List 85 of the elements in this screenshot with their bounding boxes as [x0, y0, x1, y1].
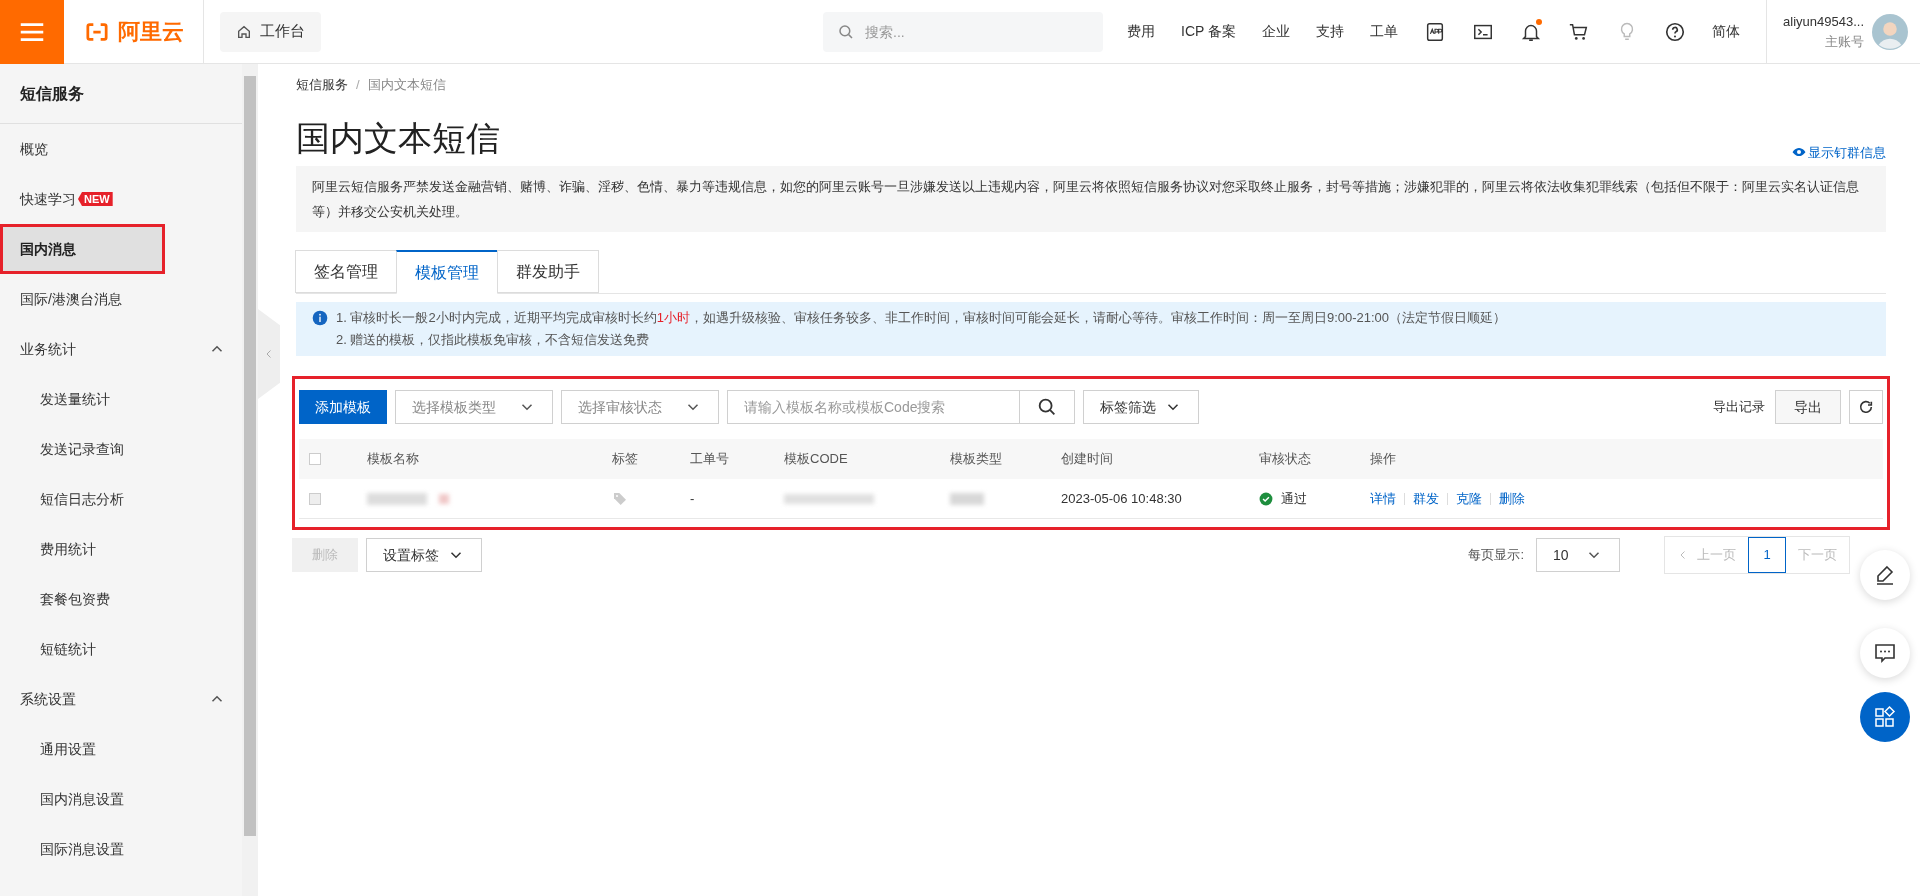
- chat-button[interactable]: [1860, 628, 1910, 678]
- breadcrumb-separator: /: [356, 76, 360, 95]
- new-badge: NEW: [78, 192, 113, 206]
- sidebar-item[interactable]: 国内消息: [0, 224, 165, 274]
- column-header: 模板类型: [950, 450, 1003, 469]
- tag-icon: [612, 490, 628, 507]
- redacted-block: [367, 492, 427, 505]
- export-button[interactable]: 导出: [1775, 390, 1841, 424]
- info-icon: [312, 310, 328, 326]
- sidebar-item[interactable]: 业务统计: [0, 324, 242, 374]
- tab[interactable]: 群发助手: [497, 250, 599, 293]
- search-button[interactable]: [1019, 390, 1075, 424]
- tab[interactable]: 模板管理: [396, 250, 498, 294]
- help-icon[interactable]: [1664, 20, 1687, 43]
- action-link[interactable]: 删除: [1499, 488, 1525, 509]
- template-search-field[interactable]: 请输入模板名称或模板Code搜索: [727, 390, 1020, 424]
- table-cell-text: 2023-05-06 10:48:30: [1061, 489, 1183, 508]
- row-checkbox[interactable]: [309, 492, 321, 505]
- sidebar-item[interactable]: 国际/港澳台消息: [0, 274, 242, 324]
- column-header: 创建时间: [1061, 450, 1114, 469]
- chat-icon: [1873, 641, 1897, 665]
- sidebar-item[interactable]: 国内消息设置: [0, 774, 242, 824]
- column-header: 模板CODE: [784, 450, 849, 469]
- sidebar-item[interactable]: 通用设置: [0, 724, 242, 774]
- action-link[interactable]: 群发: [1413, 488, 1439, 509]
- sidebar-item[interactable]: 短链统计: [0, 624, 242, 674]
- scrollbar[interactable]: [242, 64, 258, 896]
- redacted-block: [950, 492, 984, 505]
- per-page-label: 每页显示:: [1468, 546, 1524, 565]
- breadcrumb-link[interactable]: 国内文本短信: [367, 75, 446, 95]
- sidebar-item[interactable]: 概览: [0, 124, 242, 174]
- column-header: 操作: [1370, 450, 1397, 469]
- language-link[interactable]: 简体: [1712, 21, 1741, 42]
- action-link[interactable]: 克隆: [1456, 488, 1482, 509]
- sidebar-item[interactable]: 快速学习 NEW: [0, 174, 242, 224]
- add-template-button[interactable]: 添加模板: [299, 390, 387, 424]
- redacted-block: [439, 493, 449, 504]
- action-link[interactable]: 详情: [1370, 488, 1396, 509]
- page-title: 国内文本短信: [296, 118, 500, 159]
- column-header: 模板名称: [367, 450, 420, 469]
- menu-button[interactable]: [0, 0, 64, 64]
- nav-link[interactable]: 费用: [1127, 21, 1156, 42]
- breadcrumb-link[interactable]: 短信服务: [296, 75, 348, 95]
- template-type-select[interactable]: 选择模板类型: [395, 390, 553, 424]
- account-type: 主账号: [1825, 32, 1864, 51]
- username[interactable]: aliyun49543...: [1783, 11, 1864, 32]
- workbench-button[interactable]: 工作台: [220, 11, 321, 52]
- table-cell-text: -: [690, 489, 696, 508]
- notice-text: 阿里云短信服务严禁发送金融营销、赌博、诈骗、淫秽、色情、暴力等违规信息，如您的阿里云账号一旦涉嫌发送以上违规内容，阿里云将依照短信服务协议对您采取终止服务，封号等措施；涉嫌犯罪的，阿里云将依法收集犯罪线索（包括但不限于：阿里云实名认证信息等）并移交公安机关处理。: [296, 166, 1886, 232]
- tab[interactable]: 签名管理: [295, 250, 397, 293]
- refresh-button[interactable]: [1849, 390, 1883, 424]
- sidebar-item[interactable]: 发送记录查询: [0, 424, 242, 474]
- nav-link[interactable]: 支持: [1316, 21, 1345, 42]
- show-info-link[interactable]: 显示钉群信息: [1792, 142, 1886, 162]
- nav-link[interactable]: 工单: [1370, 21, 1399, 42]
- nav-link[interactable]: ICP 备案: [1181, 21, 1237, 42]
- review-status-select[interactable]: 选择审核状态: [561, 390, 719, 424]
- info-text: 1. 审核时长一般2小时内完成，近期平均完成审核时长约1小时，如遇升级核验、审核任务较多、非工作时间，审核时间可能会延长，请耐心等待。审核工作时间：周一至周日9:00-21:00（法定节假日顺延）: [336, 309, 1507, 327]
- status-text: 通过: [1281, 489, 1307, 508]
- nav-link[interactable]: 企业: [1262, 21, 1291, 42]
- apps-icon: [1873, 705, 1897, 729]
- home-icon: [236, 23, 252, 40]
- export-records-link[interactable]: 导出记录: [1713, 397, 1765, 417]
- apps-button[interactable]: [1860, 692, 1910, 742]
- sidebar-item[interactable]: 发送量统计: [0, 374, 242, 424]
- column-header: 标签: [612, 450, 639, 469]
- tag-filter-button[interactable]: 标签筛选: [1083, 390, 1199, 424]
- edit-button[interactable]: [1860, 550, 1910, 600]
- check-circle-icon: [1259, 491, 1273, 506]
- sidebar-item[interactable]: 系统设置: [0, 674, 242, 724]
- per-page-select[interactable]: 10: [1536, 538, 1620, 572]
- sidebar-item[interactable]: 国际消息设置: [0, 824, 242, 874]
- sidebar-item[interactable]: 费用统计: [0, 524, 242, 574]
- set-tag-button[interactable]: 设置标签: [366, 538, 482, 572]
- search-field[interactable]: 搜索...: [823, 11, 1104, 52]
- refresh-icon: [1858, 399, 1874, 415]
- logo-text: 阿里云: [118, 18, 184, 46]
- column-header: 审核状态: [1259, 450, 1312, 469]
- info-text: 2. 赠送的模板，仅指此模板免审核，不含短信发送免费: [336, 331, 651, 349]
- sidebar-item[interactable]: 短信日志分析: [0, 474, 242, 524]
- page-button[interactable]: 1: [1748, 537, 1786, 573]
- sidebar-item[interactable]: 套餐包资费: [0, 574, 242, 624]
- column-header: 工单号: [690, 450, 730, 469]
- search-icon: [1036, 396, 1058, 418]
- select-all-checkbox[interactable]: [309, 453, 321, 465]
